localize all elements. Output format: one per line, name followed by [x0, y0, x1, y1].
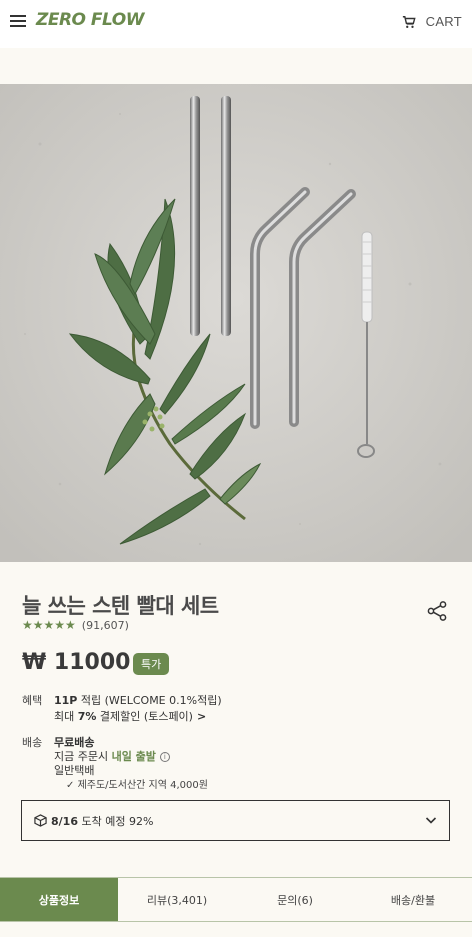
points-text: 적립 (WELCOME 0.1%적립)	[77, 694, 222, 707]
delivery-text: 8/16 도착 예정 92%	[51, 813, 153, 829]
benefit-discount[interactable]: 최대 7% 결제할인 (토스페이) >	[54, 708, 206, 724]
tab-shipping-refund[interactable]: 배송/환불	[354, 878, 472, 921]
star-rating-icon: ★★★★★	[22, 618, 76, 632]
check-icon: ✓	[66, 780, 75, 791]
product-title: 늘 쓰는 스텐 빨대 세트	[22, 594, 219, 618]
share-icon[interactable]	[426, 600, 448, 622]
chevron-down-icon	[425, 817, 437, 824]
tab-questions[interactable]: 문의(6)	[236, 878, 354, 921]
info-icon[interactable]: i	[159, 752, 170, 762]
cart-label: CART	[425, 14, 462, 29]
top-header: ZERO FLOW CART	[0, 0, 472, 48]
rating[interactable]: ★★★★★ (91,607)	[22, 618, 129, 632]
cart-icon	[402, 15, 416, 28]
price: ₩ 11000	[22, 650, 131, 675]
hamburger-icon[interactable]	[10, 15, 26, 29]
delivery-date: 8/16	[51, 814, 78, 828]
logo[interactable]: ZERO FLOW	[36, 10, 144, 30]
package-icon	[34, 814, 47, 827]
shipping-label: 배송	[22, 736, 43, 749]
tab-product-info[interactable]: 상품정보	[0, 878, 118, 921]
dispatch-highlight: 내일 출발	[111, 750, 156, 763]
shipping-extra: ✓ 제주도/도서산간 지역 4,000원	[66, 776, 208, 791]
discount-text: 결제할인 (토스페이)	[96, 710, 193, 723]
benefit-points: 11P 적립 (WELCOME 0.1%적립)	[54, 692, 222, 708]
extra-fee-text: 제주도/도서산간 지역 4,000원	[77, 780, 208, 791]
delivery-rate: 도착 예정 92%	[77, 814, 154, 828]
product-image	[0, 84, 472, 562]
points-amount: 11P	[54, 694, 78, 707]
benefit-label: 혜택	[22, 694, 43, 707]
rating-count: (91,607)	[81, 618, 129, 632]
discount-rate: 7%	[77, 710, 97, 723]
product-tabs: 상품정보 리뷰(3,401) 문의(6) 배송/환불	[0, 877, 472, 922]
chevron-right-icon[interactable]: >	[197, 710, 206, 723]
tab-reviews[interactable]: 리뷰(3,401)	[118, 878, 236, 921]
sale-badge: 특가	[133, 653, 170, 675]
delivery-estimate-dropdown[interactable]: 8/16 도착 예정 92%	[21, 800, 450, 841]
cart-button[interactable]: CART	[402, 14, 462, 29]
discount-prefix: 최대	[54, 710, 78, 723]
